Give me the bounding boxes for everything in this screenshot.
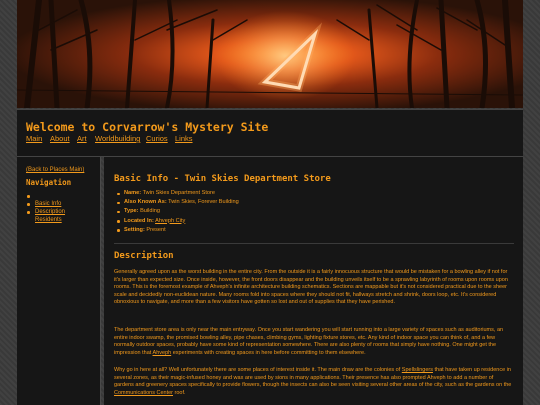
ahveph-link[interactable]: Ahveph — [153, 350, 172, 356]
spellslingers-link[interactable]: Spellslingers — [402, 367, 433, 373]
info-row-located-in: Located In: Ahveph City — [114, 218, 239, 227]
paragraph-text: roof. — [173, 389, 186, 396]
info-row-aka: Also Known As: Twin Skies, Forever Build… — [114, 199, 239, 208]
communications-center-link[interactable]: Communications Center — [114, 390, 173, 396]
glowing-triangle-forest-art — [17, 0, 523, 108]
description-paragraph-1: Generally agreed upon as the worst build… — [114, 269, 508, 306]
info-row-setting: Setting: Present — [114, 227, 239, 236]
basic-info-list: Name: Twin Skies Department Store Also K… — [114, 190, 239, 236]
description-heading: Description — [114, 251, 174, 261]
basic-info-heading: Basic Info - Twin Skies Department Store — [114, 174, 331, 184]
paragraph-text: experiments with creating spaces in here… — [171, 349, 366, 356]
sidebar-title: Navigation — [26, 178, 72, 187]
info-value: Twin Skies, Forever Building — [168, 199, 239, 206]
info-row-name: Name: Twin Skies Department Store — [114, 190, 239, 199]
info-value: Building — [140, 208, 160, 215]
info-label: Located In: — [124, 217, 154, 224]
section-divider — [114, 243, 514, 244]
nav-link-art[interactable]: Art — [77, 134, 87, 143]
nav-link-curios[interactable]: Curios — [146, 134, 168, 143]
nav-link-worldbuilding[interactable]: Worldbuilding — [95, 134, 140, 143]
sidebar-item-basic-info: Basic Info — [25, 192, 65, 207]
sidebar-item-residents: Residents — [25, 208, 65, 223]
located-in-link[interactable]: Ahveph City — [155, 218, 185, 224]
nav-link-main[interactable]: Main — [26, 134, 42, 143]
nav-link-links[interactable]: Links — [175, 134, 193, 143]
site-header: Welcome to Corvarrow's Mystery Site — [17, 109, 523, 157]
info-label: Setting: — [124, 226, 145, 233]
description-paragraph-3: Why go in here at all? Well unfortunatel… — [114, 367, 514, 397]
sidebar-list: Basic Info Description Residents — [25, 192, 65, 223]
info-value: Present — [146, 226, 166, 233]
info-row-type: Type: Building — [114, 208, 239, 217]
paragraph-text: Why go in here at all? Well unfortunatel… — [114, 367, 402, 373]
info-label: Also Known As: — [124, 199, 167, 206]
description-paragraph-2: The department store area is only near t… — [114, 327, 514, 357]
sidebar-link-residents[interactable]: Residents — [35, 217, 62, 223]
info-label: Name: — [124, 190, 142, 196]
main-content: Basic Info - Twin Skies Department Store… — [104, 157, 523, 405]
site-title: Welcome to Corvarrow's Mystery Site — [26, 120, 269, 134]
sidebar-item-description: Description — [25, 200, 65, 215]
info-value: Twin Skies Department Store — [142, 190, 215, 196]
sidebar: (Back to Places Main) Navigation Basic I… — [17, 157, 101, 405]
header-banner-image — [17, 0, 523, 108]
info-label: Type: — [124, 208, 139, 215]
back-to-places-link[interactable]: (Back to Places Main) — [26, 167, 84, 173]
nav-link-about[interactable]: About — [50, 134, 70, 143]
